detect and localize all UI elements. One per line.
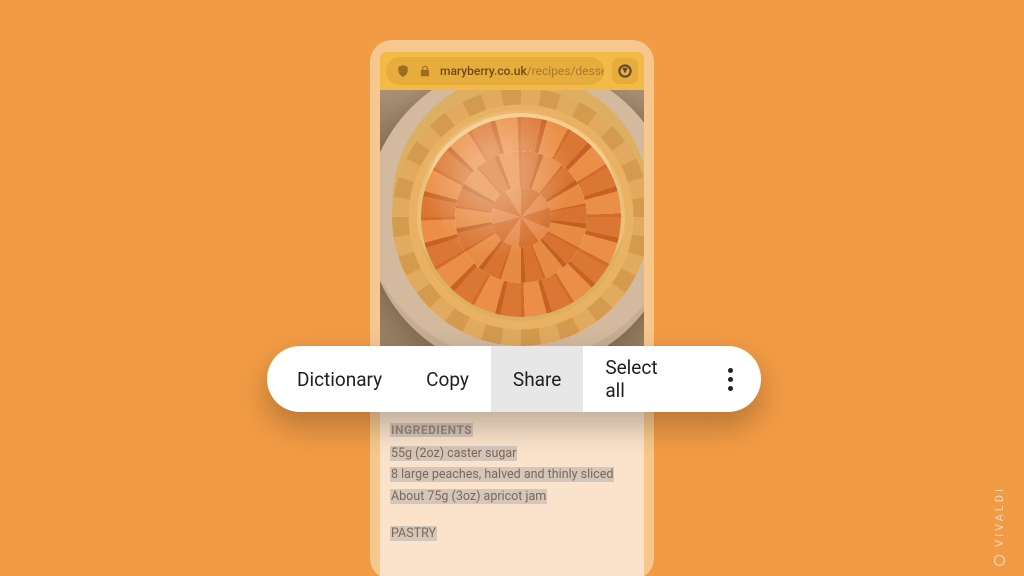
watermark-text: VIVALDI	[993, 486, 1006, 547]
ingredient-line[interactable]: 8 large peaches, halved and thinly slice…	[390, 467, 614, 482]
address-pill[interactable]: maryberry.co.uk/recipes/desserts/g	[386, 57, 604, 85]
phone-frame: maryberry.co.uk/recipes/desserts/g GLAZE…	[370, 40, 654, 576]
shield-icon	[396, 64, 410, 78]
ingredients-list: 55g (2oz) caster sugar 8 large peaches, …	[390, 444, 634, 506]
ingredient-line[interactable]: About 75g (3oz) apricot jam	[390, 489, 547, 504]
phone-screen: maryberry.co.uk/recipes/desserts/g GLAZE…	[380, 52, 644, 576]
browser-url-bar: maryberry.co.uk/recipes/desserts/g	[380, 52, 644, 90]
pastry-heading[interactable]: PASTRY	[390, 526, 437, 541]
copyright-icon	[994, 555, 1005, 566]
share-button[interactable]: Share	[491, 346, 583, 412]
url-text: maryberry.co.uk/recipes/desserts/g	[440, 64, 604, 78]
lock-icon	[418, 64, 432, 78]
recipe-hero-image	[380, 90, 644, 350]
more-vertical-icon	[728, 368, 733, 391]
text-selection-toolbar: Dictionary Copy Share Select all	[267, 346, 761, 412]
ingredients-heading[interactable]: INGREDIENTS	[390, 423, 473, 437]
brand-watermark: VIVALDI	[993, 486, 1006, 566]
select-all-button[interactable]: Select all	[583, 346, 699, 412]
ingredient-line[interactable]: 55g (2oz) caster sugar	[390, 446, 517, 461]
vivaldi-badge[interactable]	[612, 58, 638, 84]
copy-button[interactable]: Copy	[404, 346, 491, 412]
dictionary-button[interactable]: Dictionary	[267, 346, 404, 412]
vivaldi-logo-icon	[617, 63, 633, 79]
overflow-button[interactable]	[699, 346, 761, 412]
